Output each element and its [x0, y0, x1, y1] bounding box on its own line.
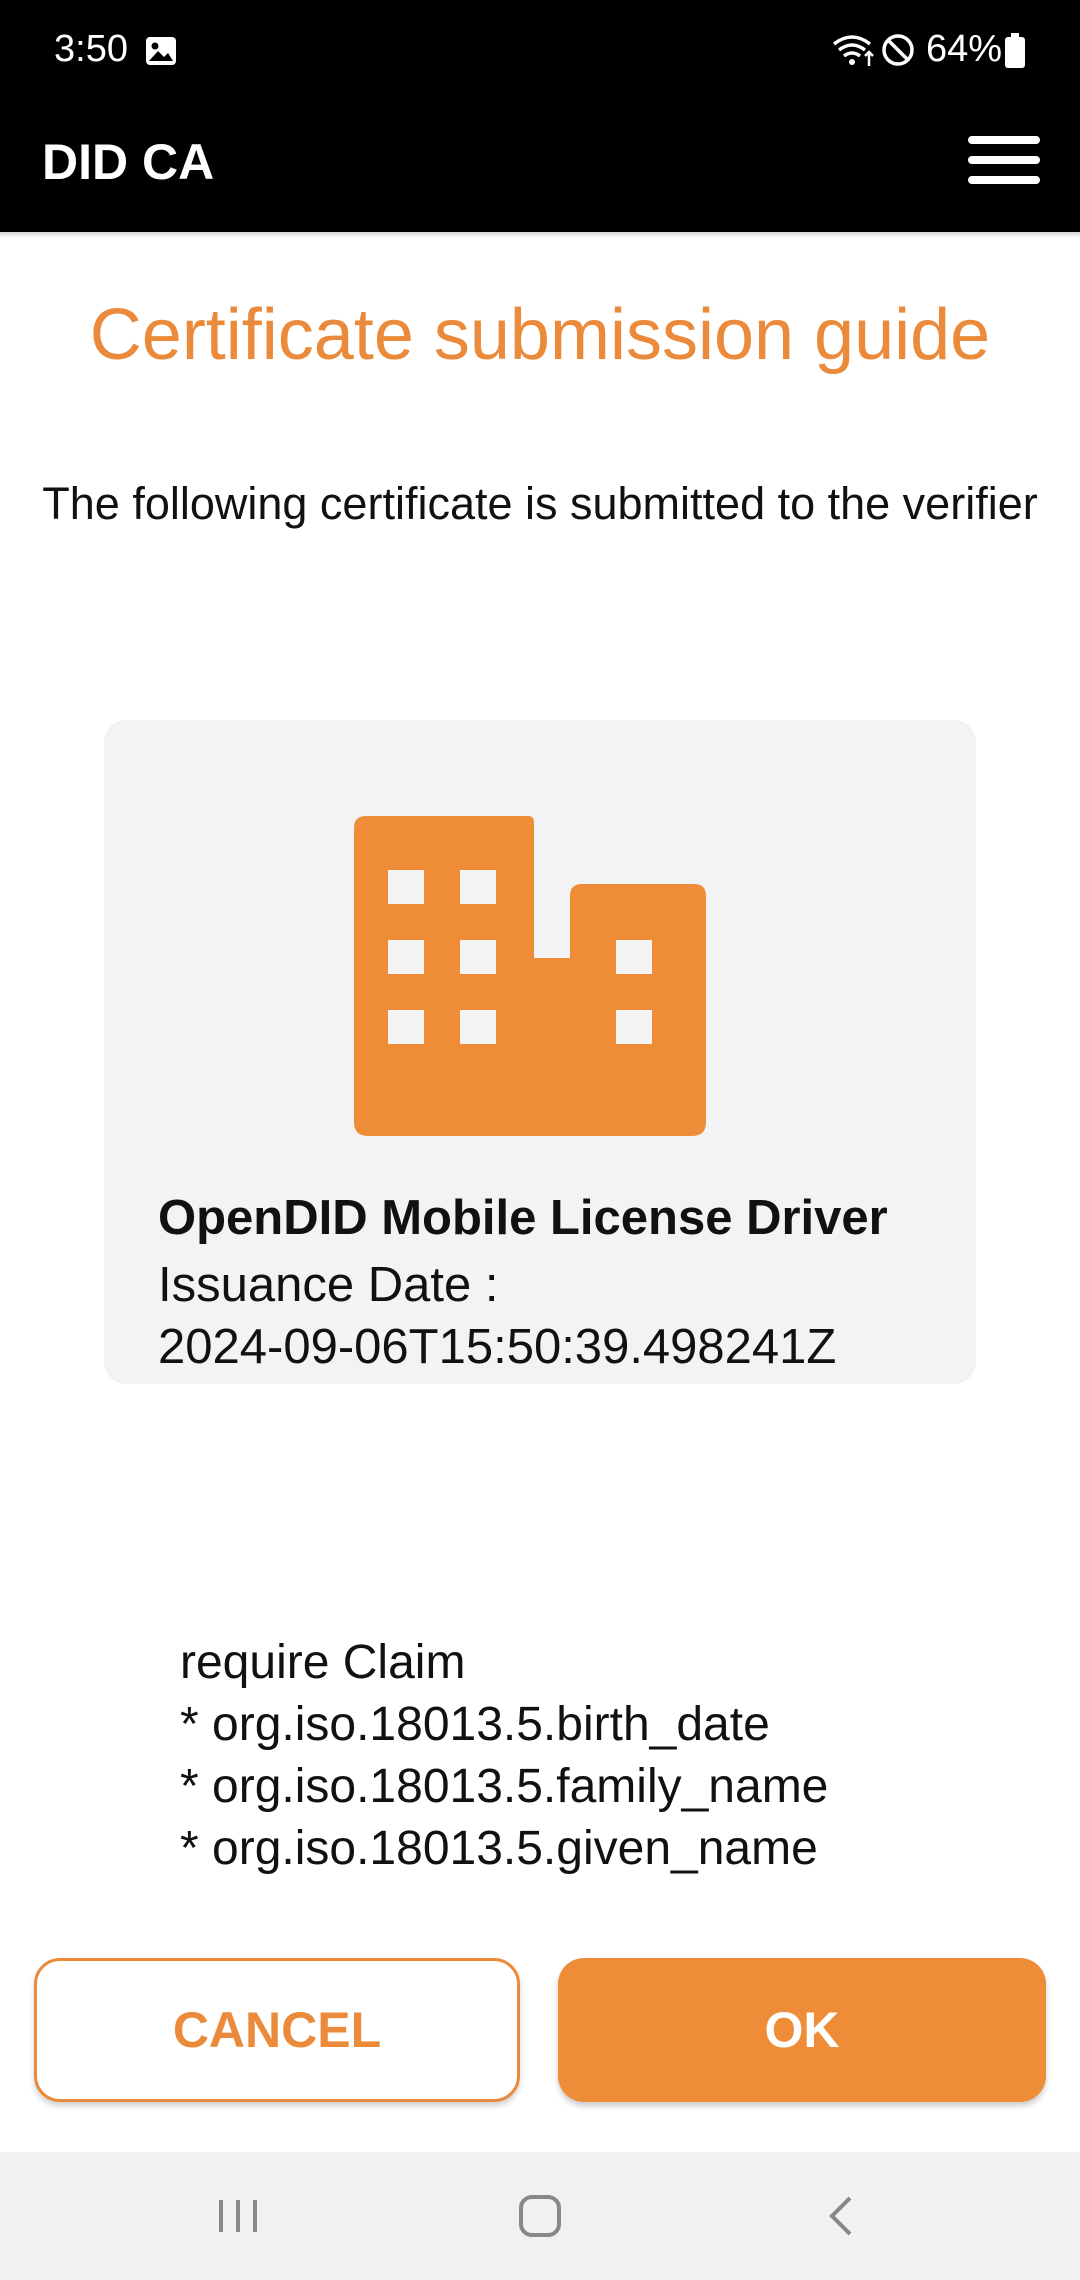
issuance-date-label: Issuance Date :: [158, 1258, 499, 1312]
required-claims: require Claim * org.iso.18013.5.birth_da…: [180, 1632, 828, 1880]
claim-item: * org.iso.18013.5.birth_date: [180, 1698, 770, 1751]
building-icon: [352, 816, 708, 1136]
back-icon[interactable]: [820, 2194, 864, 2238]
cancel-button[interactable]: CANCEL: [34, 1958, 520, 2102]
app-bar-shadow: [0, 232, 1080, 238]
home-icon[interactable]: [518, 2194, 562, 2238]
certificate-card: OpenDID Mobile License Driver Issuance D…: [104, 720, 976, 1384]
certificate-name: OpenDID Mobile License Driver: [158, 1191, 888, 1245]
claim-item: * org.iso.18013.5.family_name: [180, 1760, 829, 1813]
do-not-disturb-icon: [880, 32, 916, 68]
claims-header: require Claim: [180, 1636, 466, 1689]
recent-apps-icon[interactable]: [216, 2194, 260, 2238]
page-subtitle: The following certificate is submitted t…: [42, 478, 1038, 529]
system-nav-bar: [0, 2152, 1080, 2280]
claim-item: * org.iso.18013.5.given_name: [180, 1822, 818, 1875]
wifi-icon: [832, 32, 876, 68]
gallery-icon: [145, 36, 177, 66]
ok-button[interactable]: OK: [558, 1958, 1046, 2102]
issuance-date-value: 2024-09-06T15:50:39.498241Z: [158, 1320, 837, 1374]
battery-icon: [1004, 33, 1026, 69]
hamburger-menu-icon[interactable]: [966, 130, 1042, 190]
status-bar: 3:50 64%: [0, 0, 1080, 100]
battery-percent: 64%: [926, 28, 1003, 70]
page-title: Certificate submission guide: [89, 295, 991, 375]
app-title: DID CA: [42, 134, 215, 190]
app-bar: DID CA: [0, 100, 1080, 232]
status-time: 3:50: [54, 28, 128, 70]
